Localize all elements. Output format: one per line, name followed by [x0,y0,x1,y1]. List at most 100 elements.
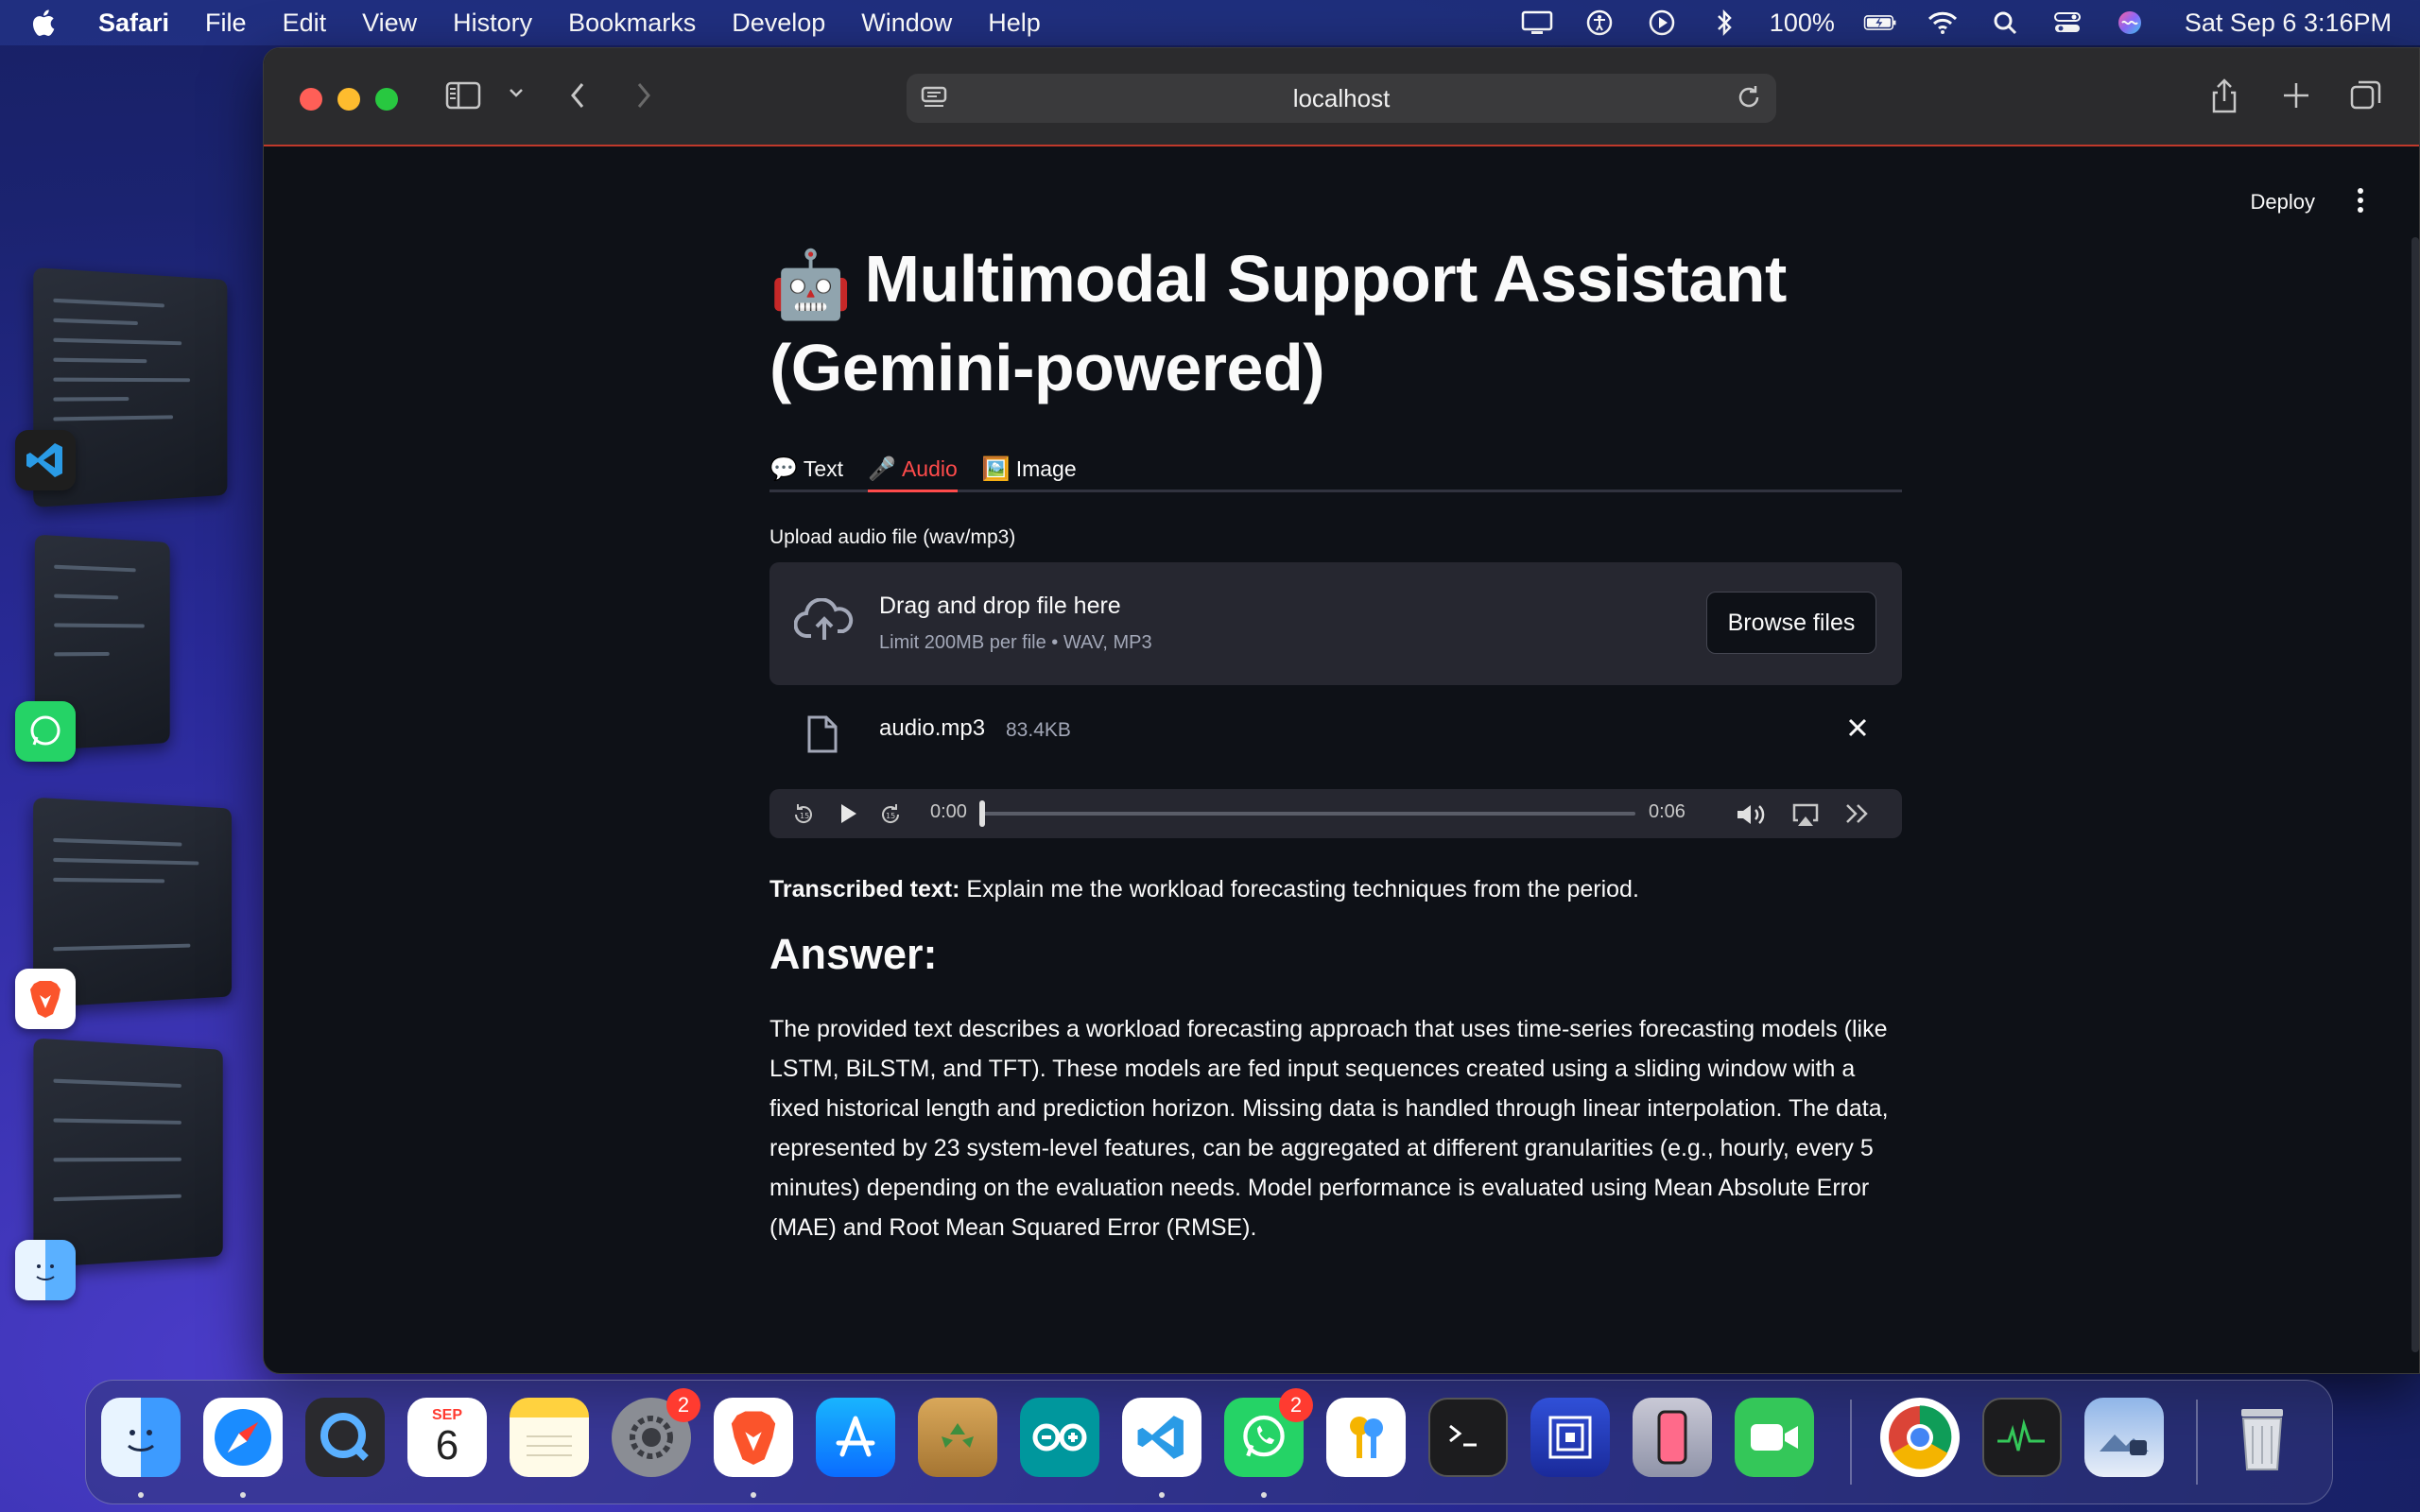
remove-file-icon[interactable] [1845,715,1870,747]
new-tab-icon[interactable] [2281,80,2311,111]
brave-icon[interactable] [714,1398,793,1477]
safari-window: localhost Deploy 🤖 Multimodal Support Ass… [263,47,2420,1374]
quicktime-icon[interactable] [305,1398,385,1477]
browse-files-button[interactable]: Browse files [1706,592,1876,654]
app-store-icon[interactable] [816,1398,895,1477]
file-icon [805,713,839,760]
airplay-icon[interactable] [1790,801,1821,828]
minimize-window-button[interactable] [337,88,360,111]
menubar-clock[interactable]: Sat Sep 6 3:16PM [2185,9,2392,38]
calendar-icon[interactable]: SEP 6 [407,1398,487,1477]
address-bar-url: localhost [1293,84,1391,113]
finder-icon[interactable] [101,1398,181,1477]
menu-file[interactable]: File [205,9,247,38]
page-title: 🤖 Multimodal Support Assistant (Gemini-po… [769,237,1902,409]
zoom-window-button[interactable] [375,88,398,111]
tab-audio[interactable]: 🎤 Audio [868,434,958,490]
running-indicator [751,1492,756,1498]
recycle-icon[interactable] [918,1398,997,1477]
wifi-icon[interactable] [1926,9,1960,36]
more-controls-icon[interactable] [1843,801,1872,826]
transcribed-value: Explain me the workload forecasting tech… [966,876,1639,902]
forward-15-icon[interactable]: 15 [877,801,904,828]
chrome-icon[interactable] [1880,1398,1960,1477]
battery-icon[interactable] [1863,9,1897,36]
browser-toolbar: localhost [264,48,2419,146]
seek-bar[interactable] [983,812,1635,816]
apple-logo-icon[interactable] [28,8,57,38]
chevron-down-icon[interactable] [508,86,525,99]
page-scrollbar[interactable] [2411,237,2419,1352]
robot-icon: 🤖 [769,243,852,326]
calendar-day: 6 [436,1424,458,1468]
answer-text: The provided text describes a workload f… [769,1009,1902,1247]
stage-thumb-finder[interactable] [33,1038,222,1267]
notes-icon[interactable] [510,1398,589,1477]
accessibility-icon[interactable] [1582,9,1616,36]
dock-separator [2196,1400,2198,1485]
rewind-15-icon[interactable]: 15 [790,801,817,828]
safari-icon[interactable] [203,1398,283,1477]
menu-develop[interactable]: Develop [732,9,825,38]
main-menu-icon[interactable] [2357,188,2364,214]
menu-bookmarks[interactable]: Bookmarks [568,9,696,38]
file-dropzone[interactable]: Drag and drop file here Limit 200MB per … [769,562,1902,685]
vscode-stage-icon[interactable] [15,430,76,490]
menu-view[interactable]: View [362,9,417,38]
back-icon[interactable] [568,80,587,111]
menu-bar: Safari File Edit View History Bookmarks … [0,0,2420,45]
running-indicator [138,1492,144,1498]
display-icon[interactable] [1520,9,1554,36]
screen-icon[interactable] [1530,1398,1610,1477]
system-settings-icon[interactable]: 2 [612,1398,691,1477]
play-icon[interactable] [836,801,860,826]
upload-label: Upload audio file (wav/mp3) [769,526,1902,549]
forward-icon[interactable] [634,80,653,111]
preview-icon[interactable] [2084,1398,2164,1477]
trash-icon[interactable] [2222,1398,2302,1477]
dropzone-subtitle: Limit 200MB per file • WAV, MP3 [879,632,1152,654]
tab-text[interactable]: 💬 Text [769,434,843,490]
iphone-mirroring-icon[interactable] [1633,1398,1712,1477]
menu-window[interactable]: Window [861,9,952,38]
media-play-icon[interactable] [1645,9,1679,36]
search-icon[interactable] [1988,9,2022,36]
tab-audio-label: Audio [902,456,958,482]
menu-app-name[interactable]: Safari [98,9,169,38]
running-indicator [240,1492,246,1498]
whatsapp-stage-icon[interactable] [15,701,76,762]
menu-help[interactable]: Help [988,9,1041,38]
bluetooth-icon[interactable] [1707,9,1741,36]
sidebar-toggle-icon[interactable] [445,80,483,111]
page-menu-icon[interactable] [920,85,948,118]
finder-stage-icon[interactable] [15,1240,76,1300]
tab-image-label: Image [1016,456,1077,482]
seek-bar-knob[interactable] [979,800,985,827]
menu-history[interactable]: History [453,9,532,38]
audio-player: 15 15 0:00 0:06 [769,789,1902,838]
tab-overview-icon[interactable] [2349,78,2383,112]
duration: 0:06 [1649,801,1685,823]
keychain-icon[interactable] [1326,1398,1406,1477]
brave-stage-icon[interactable] [15,969,76,1029]
deploy-button[interactable]: Deploy [2251,190,2315,215]
picture-icon: 🖼️ [982,455,1011,483]
arduino-icon[interactable] [1020,1398,1099,1477]
whatsapp-icon[interactable]: 2 [1224,1398,1304,1477]
reload-icon[interactable] [1735,83,1763,118]
settings-badge: 2 [666,1388,700,1422]
siri-icon[interactable] [2113,9,2147,36]
volume-icon[interactable] [1734,801,1772,828]
close-window-button[interactable] [300,88,322,111]
address-bar[interactable]: localhost [907,74,1776,123]
tab-image[interactable]: 🖼️ Image [982,434,1077,490]
control-center-icon[interactable] [2050,9,2084,36]
menu-edit[interactable]: Edit [283,9,327,38]
vscode-icon[interactable] [1122,1398,1201,1477]
share-icon[interactable] [2209,77,2239,114]
current-time: 0:00 [930,801,967,823]
facetime-icon[interactable] [1735,1398,1814,1477]
file-size: 83.4KB [1006,719,1071,742]
activity-monitor-icon[interactable] [1982,1398,2062,1477]
terminal-icon[interactable] [1428,1398,1508,1477]
